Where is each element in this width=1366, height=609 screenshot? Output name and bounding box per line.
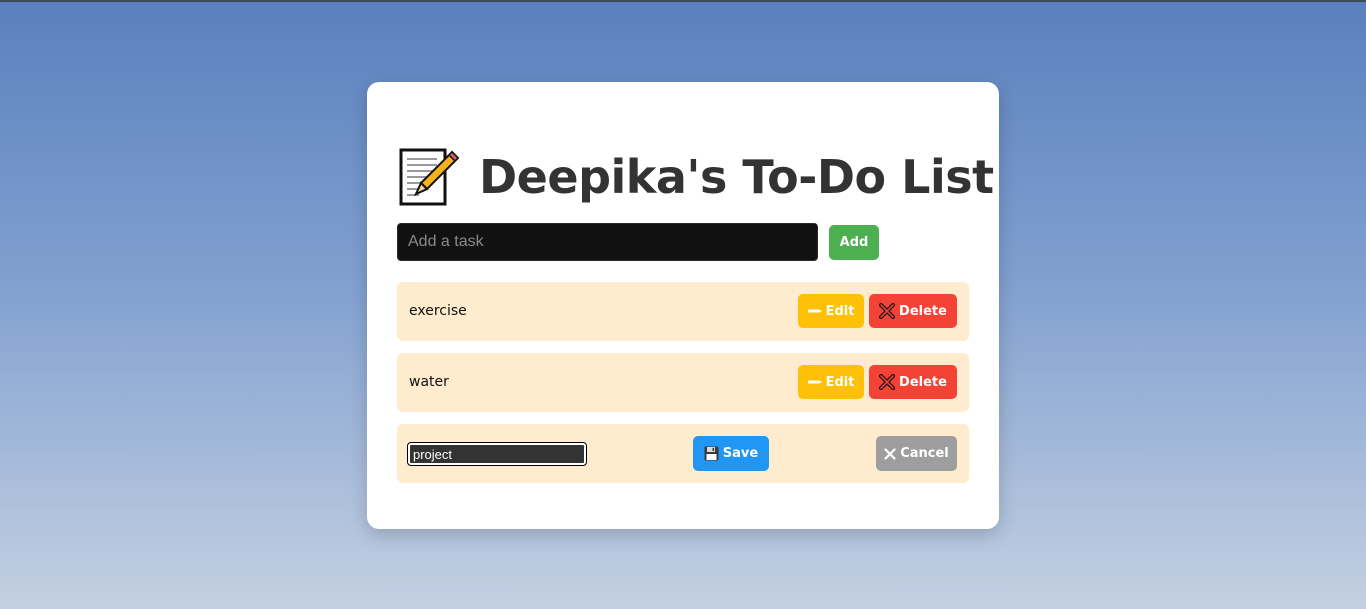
task-text: exercise <box>409 303 467 319</box>
cancel-label: Cancel <box>900 446 949 461</box>
window-top-border <box>0 0 1366 2</box>
cross-mark-icon <box>879 303 896 319</box>
task-item: exercise Edit Delete <box>397 282 969 341</box>
pencil-icon <box>807 307 822 315</box>
delete-label: Delete <box>899 303 947 319</box>
add-button[interactable]: Add <box>829 224 879 260</box>
task-text: water <box>409 374 449 390</box>
task-item: water Edit Delete <box>397 353 969 412</box>
todo-card: Deepika's To-Do List Add exercise Edit <box>367 82 999 529</box>
delete-label: Delete <box>899 374 947 390</box>
task-input[interactable] <box>397 223 818 261</box>
edit-label: Edit <box>825 303 855 319</box>
edit-task-input[interactable] <box>407 442 587 466</box>
cancel-button[interactable]: Cancel <box>876 436 957 471</box>
save-label: Save <box>722 446 759 461</box>
edit-button[interactable]: Edit <box>798 294 864 328</box>
delete-button[interactable]: Delete <box>869 365 957 399</box>
add-task-form: Add <box>397 223 879 261</box>
close-icon <box>884 447 896 460</box>
delete-button[interactable]: Delete <box>869 294 957 328</box>
edit-button[interactable]: Edit <box>798 365 864 399</box>
save-button[interactable]: Save <box>693 436 769 471</box>
cross-mark-icon <box>879 374 896 390</box>
page-title: Deepika's To-Do List <box>479 150 994 204</box>
memo-icon <box>399 148 459 206</box>
header: Deepika's To-Do List <box>397 146 994 208</box>
pencil-icon <box>807 378 822 386</box>
task-item-editing: Save Cancel <box>397 424 969 483</box>
edit-label: Edit <box>825 374 855 390</box>
floppy-disk-icon <box>704 446 719 461</box>
